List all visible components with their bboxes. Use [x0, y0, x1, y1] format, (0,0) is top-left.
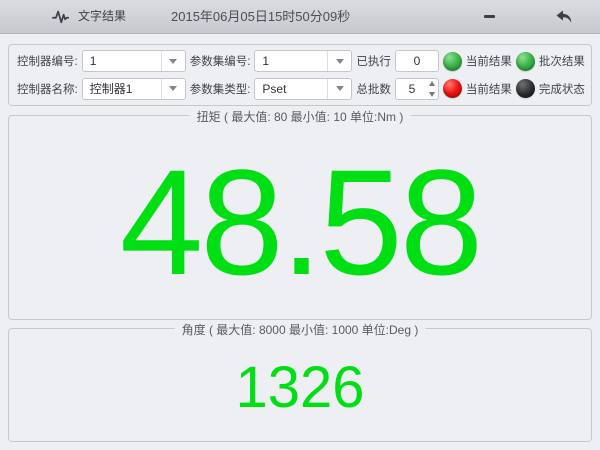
executed-count-field[interactable]: 0 [394, 50, 439, 73]
angle-panel-legend: 角度 ( 最大值: 8000 最小值: 1000 单位:Deg ) [174, 321, 426, 338]
chevron-down-icon [335, 86, 344, 92]
chevron-up-icon [428, 80, 435, 86]
pset-no-select[interactable]: 1 [254, 50, 353, 73]
torque-panel-legend: 扭矩 ( 最大值: 80 最小值: 10 单位:Nm ) [189, 108, 411, 125]
total-batch-stepper[interactable]: 5 [394, 77, 439, 100]
dropdown-button[interactable] [160, 51, 185, 72]
total-batch-label: 总批数 [356, 83, 391, 96]
minimize-icon [483, 15, 495, 18]
complete-status-label: 完成状态 [538, 83, 585, 96]
torque-value: 48.58 [119, 137, 483, 306]
complete-status-indicator [515, 79, 535, 99]
chevron-down-icon [428, 91, 435, 97]
controller-no-label: 控制器编号: [17, 56, 78, 69]
pset-type-label: 参数集类型: [189, 83, 251, 96]
form-row-2: 控制器名称: 控制器1 参数集类型: Pset 总批数 5 当前结果 完成状态 [9, 77, 591, 100]
batch-result-label: 批次结果 [538, 56, 585, 69]
titlebar: 文字结果 2015年06月05日15时50分09秒 [0, 0, 600, 34]
current-result-indicator [442, 51, 462, 71]
chevron-down-icon [335, 58, 344, 64]
angle-panel: 角度 ( 最大值: 8000 最小值: 1000 单位:Deg ) 1326 [8, 321, 592, 442]
dropdown-button[interactable] [327, 51, 351, 72]
batch-result-indicator [515, 51, 535, 71]
pset-type-select[interactable]: Pset [254, 77, 353, 100]
dropdown-button[interactable] [160, 78, 185, 99]
pset-no-label: 参数集编号: [189, 56, 251, 69]
total-batch-value: 5 [408, 81, 416, 96]
dropdown-button[interactable] [327, 78, 351, 99]
waveform-icon [52, 10, 69, 24]
timestamp: 2015年06月05日15时50分09秒 [171, 9, 351, 24]
back-arrow-icon [556, 10, 572, 23]
controller-name-label: 控制器名称: [17, 83, 78, 96]
minimize-button[interactable] [474, 0, 504, 33]
current-result-indicator [442, 79, 462, 99]
page-title: 文字结果 [78, 9, 127, 23]
chevron-down-icon [169, 58, 178, 64]
pset-no-value: 1 [262, 54, 270, 69]
controller-no-value: 1 [89, 54, 97, 69]
parameter-panel: 控制器编号: 1 参数集编号: 1 已执行 0 当前结果 批次结果 控制器名称:… [8, 44, 592, 106]
controller-name-value: 控制器1 [89, 82, 133, 97]
current-result-label: 当前结果 [465, 56, 512, 69]
back-button[interactable] [549, 0, 579, 33]
torque-panel: 扭矩 ( 最大值: 80 最小值: 10 单位:Nm ) 48.58 [8, 108, 592, 320]
stepper-arrows[interactable] [428, 80, 435, 97]
executed-label: 已执行 [356, 56, 391, 69]
chevron-down-icon [169, 86, 178, 92]
current-result-label: 当前结果 [465, 83, 512, 96]
executed-count-value: 0 [413, 54, 421, 69]
form-row-1: 控制器编号: 1 参数集编号: 1 已执行 0 当前结果 批次结果 [9, 50, 591, 73]
controller-no-select[interactable]: 1 [81, 50, 186, 73]
angle-value: 1326 [235, 355, 365, 420]
pset-type-value: Pset [262, 81, 287, 96]
controller-name-select[interactable]: 控制器1 [81, 77, 186, 100]
